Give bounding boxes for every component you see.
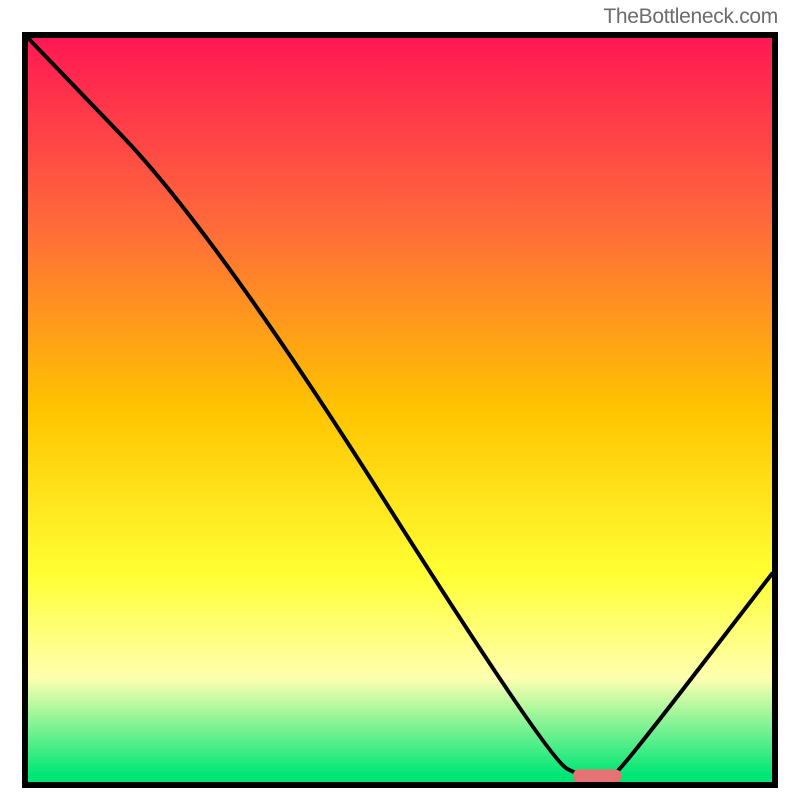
optimal-range-marker <box>573 769 621 782</box>
chart-frame <box>22 32 778 788</box>
bottleneck-chart <box>28 38 772 782</box>
chart-svg <box>28 38 772 782</box>
watermark-text: TheBottleneck.com <box>603 5 778 29</box>
chart-background <box>28 38 772 782</box>
